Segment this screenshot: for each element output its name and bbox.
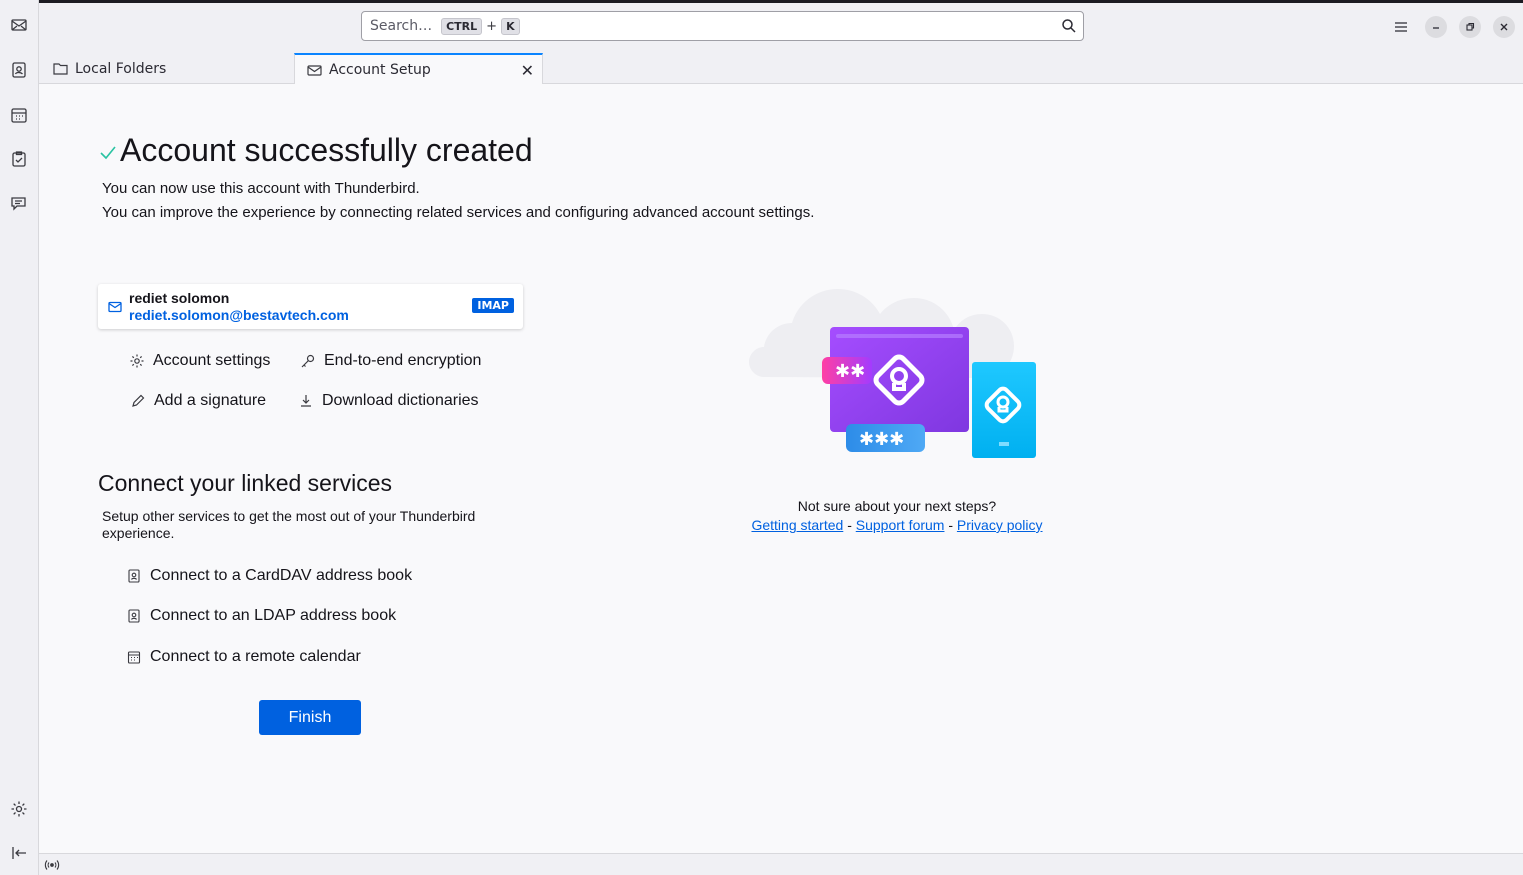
restore-icon[interactable]	[1459, 16, 1481, 38]
tasks-space-icon[interactable]	[6, 146, 32, 172]
getting-started-link[interactable]: Getting started	[751, 517, 843, 533]
app-menu-icon[interactable]	[1390, 16, 1412, 38]
chat-space-icon[interactable]	[6, 191, 32, 217]
close-tab-icon[interactable]: ✕	[521, 61, 534, 80]
shortcut-key-ctrl: CTRL	[441, 17, 483, 35]
add-signature-button[interactable]: Add a signature	[130, 392, 266, 410]
folder-icon	[53, 61, 69, 77]
address-book-space-icon[interactable]	[6, 57, 32, 83]
help-links: Getting started - Support forum - Privac…	[742, 517, 1052, 533]
shortcut-key-k: K	[501, 17, 520, 35]
page-title: Account successfully created	[120, 132, 533, 168]
global-search-box[interactable]: Search… CTRL + K	[361, 11, 1084, 41]
success-heading: Account successfully created	[99, 132, 533, 169]
action-label: Add a signature	[154, 392, 267, 409]
tab-bar: Local Folders Account Setup ✕	[39, 48, 1523, 85]
tab-label: Account Setup	[329, 62, 431, 78]
connect-heading: Connect your linked services	[98, 470, 393, 496]
security-illustration: ✱✱ ✱✱✱	[749, 289, 1036, 458]
account-email: rediet.solomon@bestavtech.com	[129, 307, 349, 323]
connect-description: Setup other services to get the most out…	[102, 508, 476, 541]
privacy-policy-link[interactable]: Privacy policy	[957, 517, 1043, 533]
online-status-icon[interactable]	[44, 857, 60, 875]
title-bar: Search… CTRL + K	[39, 0, 1523, 48]
address-book-icon	[126, 568, 142, 584]
pencil-icon	[130, 393, 146, 409]
minimize-icon[interactable]	[1425, 16, 1447, 38]
support-forum-link[interactable]: Support forum	[856, 517, 945, 533]
key-icon	[300, 353, 316, 369]
calendar-icon	[126, 649, 142, 665]
collapse-toolbar-icon[interactable]	[6, 840, 32, 866]
shortcut-plus: +	[486, 18, 498, 34]
next-steps-question: Not sure about your next steps?	[797, 498, 997, 514]
finish-button[interactable]: Finish	[259, 700, 361, 735]
status-bar	[39, 853, 1523, 875]
download-icon	[298, 393, 314, 409]
encryption-button[interactable]: End-to-end encryption	[300, 352, 481, 370]
connect-label: Connect to a remote calendar	[150, 648, 361, 665]
connect-label: Connect to a CardDAV address book	[150, 567, 413, 584]
intro-text-2: You can improve the experience by connec…	[102, 204, 815, 221]
search-placeholder: Search…	[370, 18, 433, 34]
mail-icon	[307, 62, 323, 78]
account-name: rediet solomon	[129, 290, 230, 306]
close-window-icon[interactable]	[1493, 16, 1515, 38]
connect-calendar-button[interactable]: Connect to a remote calendar	[126, 648, 361, 666]
tab-label: Local Folders	[75, 60, 167, 77]
intro-text: You can now use this account with Thunde…	[102, 180, 420, 197]
action-label: Download dictionaries	[322, 392, 479, 409]
account-settings-button[interactable]: Account settings	[129, 352, 270, 370]
connect-ldap-button[interactable]: Connect to an LDAP address book	[126, 607, 396, 625]
action-label: Account settings	[153, 352, 271, 369]
connect-label: Connect to an LDAP address book	[150, 607, 397, 624]
link-separator: -	[948, 517, 954, 533]
download-dictionaries-button[interactable]: Download dictionaries	[298, 392, 479, 410]
account-type-badge: IMAP	[472, 298, 514, 313]
calendar-space-icon[interactable]	[6, 102, 32, 128]
link-separator: -	[847, 517, 852, 533]
tab-local-folders[interactable]: Local Folders	[41, 53, 293, 84]
envelope-icon	[108, 301, 122, 313]
svg-text:✱✱: ✱✱	[835, 361, 865, 382]
svg-text:✱✱✱: ✱✱✱	[859, 429, 904, 450]
account-card: rediet solomon rediet.solomon@bestavtech…	[98, 284, 523, 329]
connect-carddav-button[interactable]: Connect to a CardDAV address book	[126, 567, 412, 585]
checkmark-icon	[99, 142, 117, 166]
tab-account-setup[interactable]: Account Setup ✕	[294, 53, 543, 85]
spaces-toolbar	[0, 0, 39, 875]
search-icon[interactable]	[1061, 18, 1077, 34]
gear-icon	[129, 353, 145, 369]
account-setup-content: Account successfully created You can now…	[39, 84, 1523, 853]
mail-space-icon[interactable]	[6, 12, 32, 38]
settings-gear-icon[interactable]	[6, 796, 32, 822]
action-label: End-to-end encryption	[324, 352, 482, 369]
address-book-icon	[126, 608, 142, 624]
